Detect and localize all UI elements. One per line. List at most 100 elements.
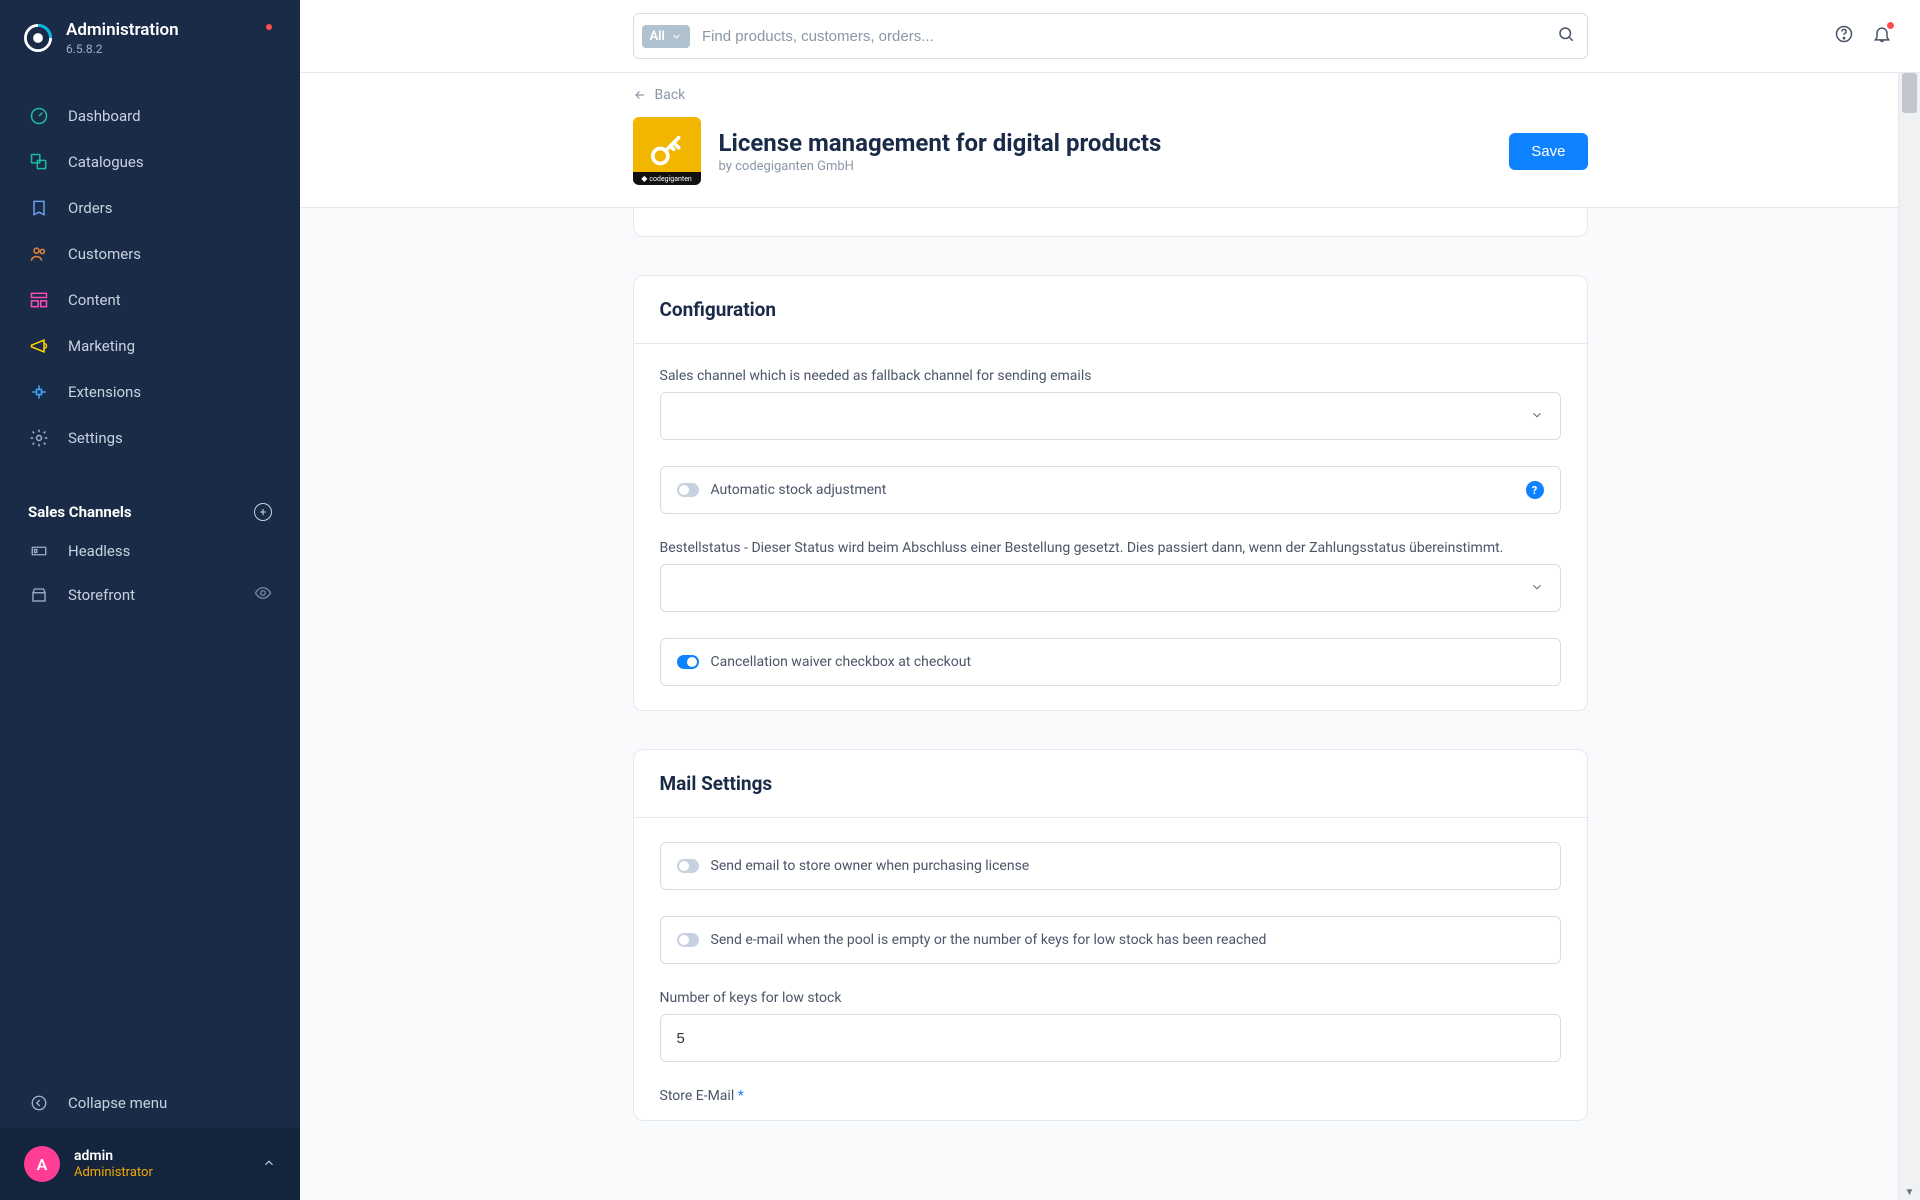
logo-icon (24, 24, 52, 52)
save-button[interactable]: Save (1509, 133, 1587, 170)
chevron-down-icon (1530, 579, 1544, 598)
search-icon[interactable] (1557, 25, 1575, 47)
back-label: Back (655, 87, 686, 103)
avatar: A (24, 1146, 60, 1182)
cancel-waiver-label: Cancellation waiver checkbox at checkout (711, 654, 972, 670)
content-scroll[interactable]: Configuration Sales channel which is nee… (300, 208, 1920, 1200)
channel-label: Headless (68, 542, 130, 560)
auto-stock-toggle[interactable] (677, 483, 699, 497)
owner-email-label: Send email to store owner when purchasin… (711, 858, 1030, 874)
search-box: All (633, 13, 1588, 59)
collapse-menu-button[interactable]: Collapse menu (0, 1078, 300, 1128)
orders-icon (28, 197, 50, 219)
nav-item-catalogues[interactable]: Catalogues (0, 139, 300, 185)
nav-item-content[interactable]: Content (0, 277, 300, 323)
chevron-down-icon (1530, 407, 1544, 426)
search-filter-label: All (650, 29, 665, 44)
nav-label: Marketing (68, 337, 135, 355)
auto-stock-row: Automatic stock adjustment ? (660, 466, 1561, 514)
low-stock-label: Number of keys for low stock (660, 990, 1561, 1006)
settings-icon (28, 427, 50, 449)
nav-item-dashboard[interactable]: Dashboard (0, 93, 300, 139)
sidebar-version: 6.5.8.2 (66, 42, 179, 56)
sidebar-nav: Dashboard Catalogues Orders Customers Co… (0, 93, 300, 461)
user-menu-button[interactable]: A admin Administrator (0, 1128, 300, 1200)
cancel-waiver-row: Cancellation waiver checkbox at checkout (660, 638, 1561, 686)
arrow-left-icon (633, 88, 647, 102)
sales-channels-title: Sales Channels (28, 503, 132, 521)
cancel-waiver-toggle[interactable] (677, 655, 699, 669)
notifications-icon[interactable] (1872, 24, 1892, 48)
nav-label: Content (68, 291, 121, 309)
channel-label: Storefront (68, 586, 135, 604)
mail-settings-card: Mail Settings Send email to store owner … (633, 749, 1588, 1121)
nav-item-settings[interactable]: Settings (0, 415, 300, 461)
key-icon (647, 131, 687, 171)
storefront-icon (28, 584, 50, 606)
nav-label: Orders (68, 199, 113, 217)
owner-email-row: Send email to store owner when purchasin… (660, 842, 1561, 890)
scrollbar-thumb[interactable] (1902, 73, 1917, 113)
page-title: License management for digital products (719, 129, 1162, 157)
sidebar-header: Administration 6.5.8.2 (0, 0, 300, 71)
pool-empty-toggle[interactable] (677, 933, 699, 947)
nav-label: Customers (68, 245, 141, 263)
page-subtitle: by codegiganten GmbH (719, 159, 1162, 174)
nav-label: Settings (68, 429, 123, 447)
extensions-icon (28, 381, 50, 403)
nav-label: Catalogues (68, 153, 144, 171)
sidebar-title: Administration (66, 20, 179, 40)
auto-stock-label: Automatic stock adjustment (711, 482, 887, 498)
order-status-select[interactable] (660, 564, 1561, 612)
owner-email-toggle[interactable] (677, 859, 699, 873)
notification-dot-icon (1887, 22, 1894, 29)
nav-item-extensions[interactable]: Extensions (0, 369, 300, 415)
pool-empty-row: Send e-mail when the pool is empty or th… (660, 916, 1561, 964)
info-icon[interactable]: ? (1526, 481, 1544, 499)
catalogue-icon (28, 151, 50, 173)
help-icon[interactable] (1834, 24, 1854, 48)
customers-icon (28, 243, 50, 265)
search-input[interactable] (702, 28, 1557, 45)
plugin-icon: ◆codegiganten (633, 117, 701, 185)
content-icon (28, 289, 50, 311)
nav-item-marketing[interactable]: Marketing (0, 323, 300, 369)
nav-item-orders[interactable]: Orders (0, 185, 300, 231)
sales-channel-headless[interactable]: Headless (0, 529, 300, 573)
order-status-label: Bestellstatus - Dieser Status wird beim … (660, 540, 1561, 556)
main: All Back (300, 0, 1920, 1200)
update-indicator-icon (266, 24, 272, 30)
back-button[interactable]: Back (633, 87, 1588, 103)
headless-icon (28, 540, 50, 562)
dashboard-icon (28, 105, 50, 127)
nav-label: Dashboard (68, 107, 141, 125)
card-title: Configuration (634, 276, 1587, 344)
chevron-down-icon (671, 31, 682, 42)
configuration-card: Configuration Sales channel which is nee… (633, 275, 1588, 711)
page-header: Back ◆codegiganten License management fo… (300, 73, 1920, 208)
marketing-icon (28, 335, 50, 357)
nav-label: Extensions (68, 383, 141, 401)
add-sales-channel-button[interactable]: + (254, 503, 272, 521)
nav-item-customers[interactable]: Customers (0, 231, 300, 277)
store-email-label: Store E-Mail * (660, 1088, 1561, 1104)
pool-empty-label: Send e-mail when the pool is empty or th… (711, 932, 1267, 948)
eye-icon[interactable] (254, 584, 272, 606)
collapse-icon (28, 1092, 50, 1114)
sales-channel-storefront[interactable]: Storefront (0, 573, 300, 617)
search-filter-button[interactable]: All (642, 25, 690, 48)
low-stock-input[interactable] (660, 1014, 1561, 1062)
scroll-down-icon[interactable]: ▼ (1899, 1187, 1920, 1198)
chevron-up-icon (262, 1155, 276, 1174)
card-title: Mail Settings (634, 750, 1587, 818)
plugin-badge: ◆codegiganten (633, 172, 701, 185)
topbar: All (300, 0, 1920, 73)
collapse-label: Collapse menu (68, 1094, 167, 1112)
stub-field (658, 208, 1563, 218)
user-role: Administrator (74, 1165, 153, 1180)
sales-channel-select[interactable] (660, 392, 1561, 440)
user-name: admin (74, 1148, 153, 1164)
sales-channel-label: Sales channel which is needed as fallbac… (660, 368, 1561, 384)
sidebar: Administration 6.5.8.2 Dashboard Catalog… (0, 0, 300, 1200)
scrollbar[interactable]: ▼ (1898, 73, 1920, 1200)
